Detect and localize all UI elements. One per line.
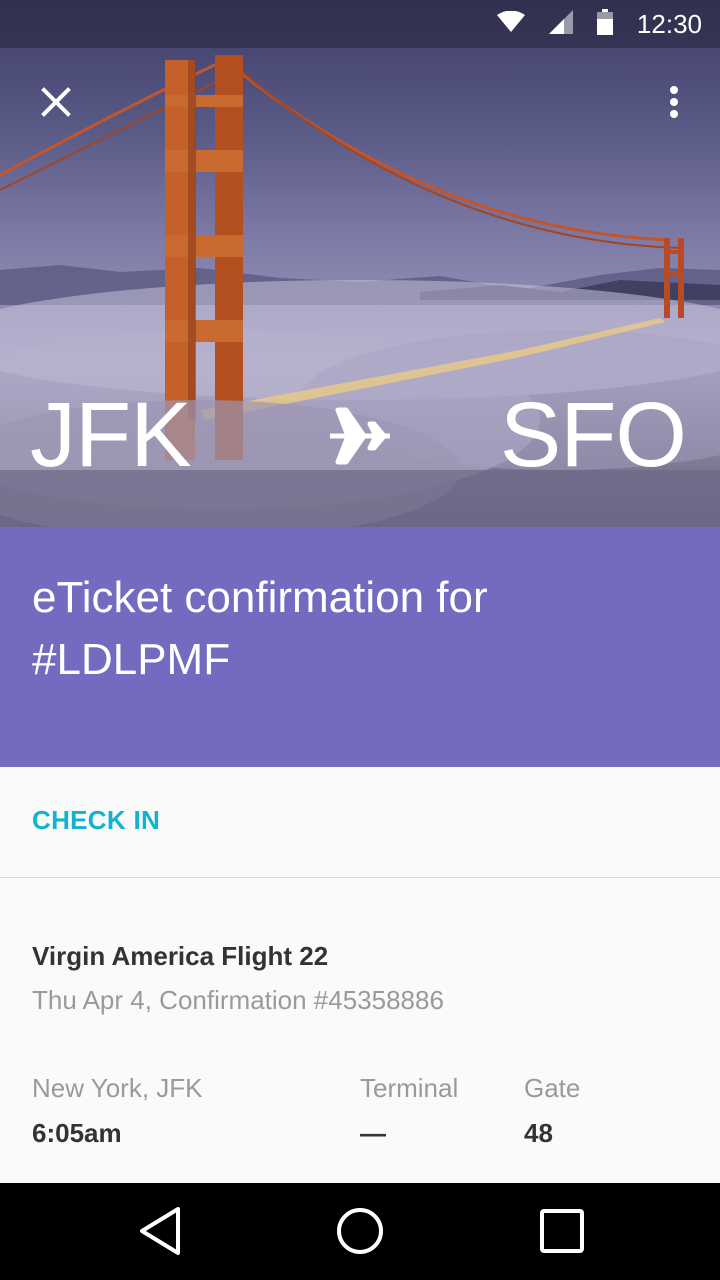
recents-icon xyxy=(540,1209,584,1253)
flight-name: Virgin America Flight 22 xyxy=(32,941,329,971)
recents-button[interactable] xyxy=(532,1201,592,1261)
departure-time: 6:05am xyxy=(32,1118,122,1148)
close-icon xyxy=(41,87,71,117)
destination-airport: SFO xyxy=(499,384,687,486)
cell-signal-icon xyxy=(548,9,573,39)
terminal-value: — xyxy=(360,1118,386,1148)
title-band: eTicket confirmation for #LDLPMF xyxy=(0,527,720,767)
gate-label: Gate xyxy=(524,1073,581,1103)
home-button[interactable] xyxy=(330,1201,390,1261)
origin-airport: JFK xyxy=(30,384,192,486)
flight-subtitle: Thu Apr 4, Confirmation #45358886 xyxy=(32,985,444,1015)
back-icon xyxy=(140,1207,180,1255)
status-bar: 12:30 xyxy=(0,0,720,48)
gate-value: 48 xyxy=(524,1118,553,1148)
airplane-icon xyxy=(326,402,394,470)
battery-icon xyxy=(596,8,613,40)
action-row: CHECK IN xyxy=(0,767,720,878)
flight-details-card: Virgin America Flight 22 Thu Apr 4, Conf… xyxy=(0,878,720,1183)
terminal-label: Terminal xyxy=(360,1073,459,1103)
navigation-bar xyxy=(0,1183,720,1280)
page-title: eTicket confirmation for #LDLPMF xyxy=(32,573,488,684)
home-icon xyxy=(337,1208,383,1254)
close-button[interactable] xyxy=(28,74,84,130)
back-button[interactable] xyxy=(130,1201,190,1261)
wifi-icon xyxy=(496,10,525,38)
route-header: JFK SFO xyxy=(0,380,720,490)
check-in-button[interactable]: CHECK IN xyxy=(32,805,160,836)
more-vert-icon xyxy=(670,86,678,118)
origin-label: New York, JFK xyxy=(32,1073,203,1103)
overflow-menu-button[interactable] xyxy=(646,74,702,130)
status-time: 12:30 xyxy=(636,8,702,39)
